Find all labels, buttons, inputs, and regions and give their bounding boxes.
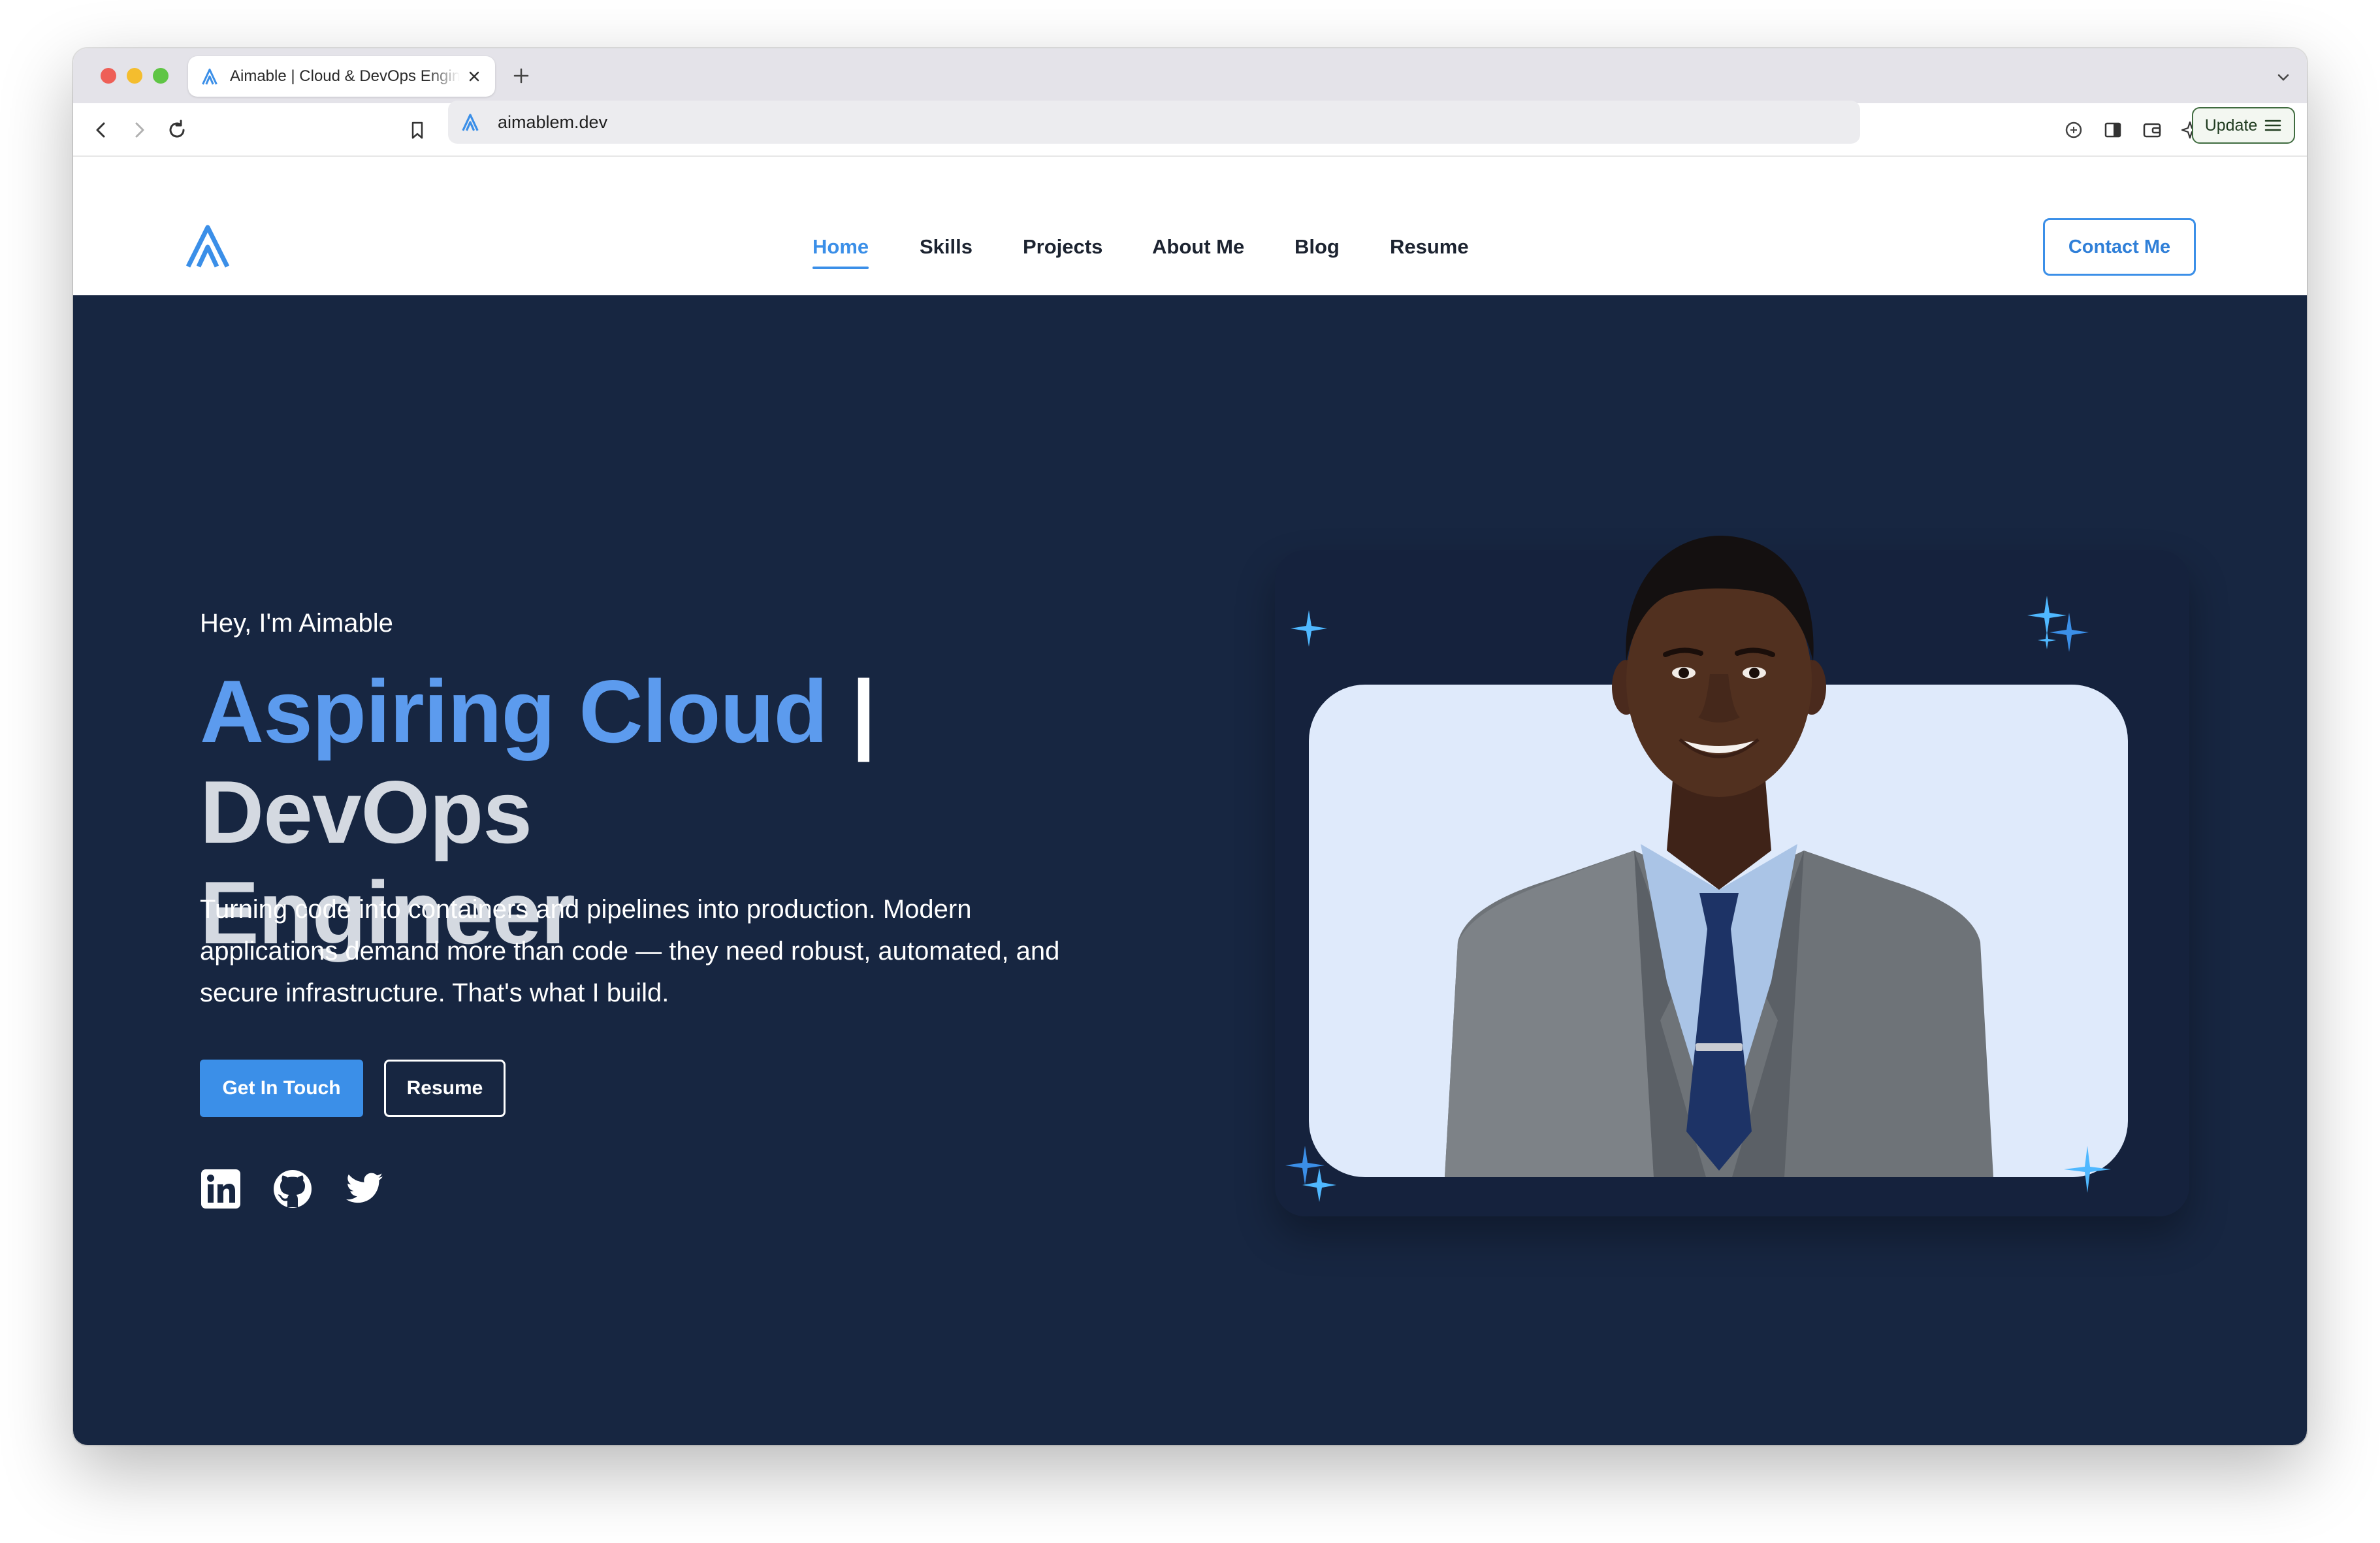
forward-icon[interactable] [127, 118, 152, 142]
nav-skills[interactable]: Skills [920, 235, 973, 259]
nav-blog[interactable]: Blog [1295, 235, 1340, 259]
browser-window: Aimable | Cloud & DevOps Engineer aimabl… [73, 48, 2307, 1445]
sparkle-icon [2064, 1146, 2111, 1193]
main-nav: Home Skills Projects About Me Blog Resum… [73, 157, 2307, 295]
close-window-button[interactable] [101, 68, 116, 84]
browser-tab[interactable]: Aimable | Cloud & DevOps Engineer [188, 56, 495, 97]
get-in-touch-button[interactable]: Get In Touch [200, 1060, 363, 1117]
menu-icon [2265, 120, 2281, 131]
update-button[interactable]: Update [2192, 107, 2295, 144]
nav-resume[interactable]: Resume [1390, 235, 1469, 259]
profile-photo [1445, 536, 1993, 1177]
new-tab-icon[interactable] [511, 65, 532, 86]
hero-intro: Turning code into containers and pipelin… [200, 895, 1060, 1007]
resume-button[interactable]: Resume [384, 1060, 506, 1117]
sparkle-icon [1291, 610, 1327, 647]
contact-me-button[interactable]: Contact Me [2043, 218, 2196, 276]
site-header: Home Skills Projects About Me Blog Resum… [73, 157, 2307, 295]
nav-home[interactable]: Home [812, 235, 869, 259]
wallet-icon[interactable] [2140, 118, 2164, 142]
reload-icon[interactable] [165, 118, 189, 142]
twitter-icon[interactable] [344, 1168, 385, 1210]
hero-greeting: Hey, I'm Aimable [200, 609, 393, 638]
tab-strip: Aimable | Cloud & DevOps Engineer [73, 48, 2307, 103]
minimize-window-button[interactable] [127, 68, 142, 84]
zoom-window-button[interactable] [153, 68, 169, 84]
bookmark-icon[interactable] [405, 118, 430, 142]
headline-separator: | [851, 662, 876, 761]
update-label: Update [2204, 116, 2258, 135]
chevron-down-icon[interactable] [2274, 68, 2292, 86]
hero-section: Hey, I'm Aimable Aspiring Cloud | DevOps… [73, 295, 2307, 1445]
sparkle-cluster-icon [2027, 596, 2089, 652]
nav-about-me[interactable]: About Me [1152, 235, 1244, 259]
back-icon[interactable] [89, 118, 114, 142]
url-text: aimablem.dev [498, 112, 608, 132]
active-nav-indicator [812, 267, 869, 269]
shield-extension-icon[interactable] [2061, 118, 2086, 142]
headline-part-1: DevOps [200, 762, 532, 862]
headline-accent: Aspiring Cloud [200, 662, 828, 761]
sidebar-icon[interactable] [2100, 118, 2125, 142]
github-icon[interactable] [272, 1168, 314, 1210]
address-bar[interactable]: aimablem.dev [448, 101, 1860, 144]
site-favicon-icon [462, 114, 479, 131]
linkedin-icon[interactable] [200, 1168, 242, 1210]
site-favicon-icon [202, 69, 217, 85]
sparkle-cluster-icon [1285, 1146, 1336, 1202]
nav-projects[interactable]: Projects [1023, 235, 1102, 259]
tab-title: Aimable | Cloud & DevOps Engineer [230, 67, 460, 85]
close-tab-icon[interactable] [465, 67, 483, 86]
